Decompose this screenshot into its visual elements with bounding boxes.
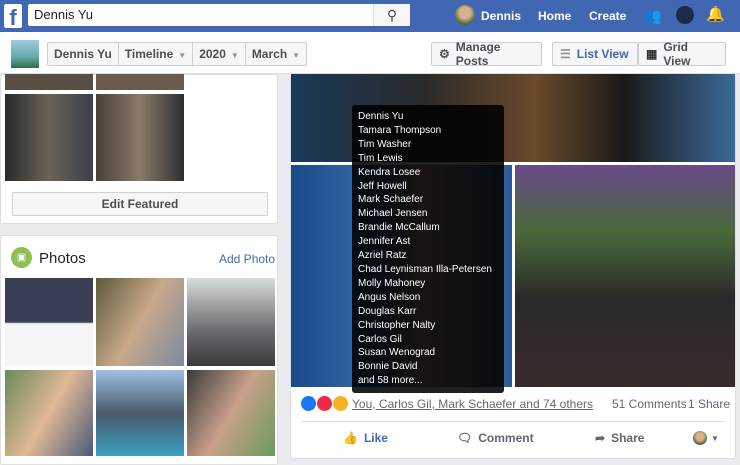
reactions-summary-link[interactable]: You, Carlos Gil, Mark Schaefer and 74 ot… — [352, 397, 593, 411]
share-arrow-icon: ➦ — [595, 431, 606, 445]
facebook-logo-icon[interactable]: f — [4, 4, 22, 30]
manage-settings-icon: ⚙ — [439, 47, 450, 61]
photo-thumbnail[interactable] — [187, 278, 275, 366]
messenger-icon[interactable] — [676, 6, 694, 24]
comment-button[interactable]: 🗨 Comment — [457, 431, 534, 445]
tooltip-name: Susan Wenograd — [358, 347, 436, 359]
reactions-tooltip: Dennis Yu Tamara Thompson Tim Washer Tim Le… — [352, 105, 504, 393]
list-icon: ☰ — [560, 47, 571, 61]
tooltip-name: Carlos Gil — [358, 333, 402, 345]
photo-thumbnail[interactable] — [96, 370, 184, 456]
photo-thumbnail[interactable] — [5, 278, 93, 366]
year-dropdown[interactable]: 2020 ▼ — [193, 43, 246, 65]
photo-thumbnail[interactable] — [5, 370, 93, 456]
profile-thumbnail[interactable] — [11, 40, 39, 68]
comments-count-link[interactable]: 51 Comments — [612, 397, 687, 411]
add-photo-link[interactable]: Add Photo — [219, 252, 275, 266]
tooltip-name: Tim Lewis — [358, 152, 403, 164]
tooltip-name: Bonnie David — [358, 361, 418, 373]
tooltip-name: Dennis Yu — [358, 111, 404, 122]
tooltip-name: Kendra Losee — [358, 166, 421, 178]
love-reaction-icon — [317, 396, 332, 411]
post-photo[interactable] — [515, 165, 735, 387]
friend-requests-icon[interactable]: 👥 — [643, 7, 662, 25]
nav-profile-link[interactable]: Dennis — [481, 9, 521, 23]
like-reaction-icon — [301, 396, 316, 411]
tooltip-name: Angus Nelson — [358, 291, 421, 303]
like-button[interactable]: 👍 Like — [343, 431, 388, 445]
post-as-selector[interactable]: ▼ — [693, 431, 719, 445]
featured-photo[interactable] — [5, 94, 93, 181]
caret-down-icon: ▼ — [292, 51, 301, 60]
photo-thumbnail[interactable] — [187, 370, 275, 456]
tooltip-name: Azriel Ratz — [358, 250, 407, 262]
avatar — [693, 431, 707, 445]
search-icon[interactable]: ⚲ — [373, 4, 410, 26]
grid-icon: ▦ — [646, 47, 658, 61]
wow-reaction-icon — [333, 396, 348, 411]
featured-photo[interactable] — [96, 74, 184, 90]
tooltip-name: Douglas Karr — [358, 305, 417, 317]
grid-view-button[interactable]: ▦ Grid View — [638, 40, 726, 68]
tooltip-name: and 58 more... — [358, 375, 423, 387]
notifications-bell-icon[interactable]: 🔔 — [706, 5, 725, 23]
featured-photo[interactable] — [96, 94, 184, 181]
manage-posts-button[interactable]: ⚙ Manage Posts — [431, 40, 542, 68]
caret-down-icon: ▼ — [178, 51, 187, 60]
nav-home-link[interactable]: Home — [538, 9, 571, 23]
search-input[interactable]: Dennis Yu — [28, 4, 410, 26]
tooltip-name: Molly Mahoney — [358, 277, 426, 289]
user-avatar[interactable] — [455, 5, 475, 25]
list-view-button[interactable]: ☰ List View — [552, 42, 638, 66]
tooltip-name: Mark Schaefer — [358, 194, 424, 206]
tooltip-name: Jeff Howell — [358, 180, 407, 192]
photo-thumbnail[interactable] — [96, 278, 184, 366]
divider — [301, 421, 725, 422]
caret-down-icon: ▼ — [230, 51, 239, 60]
tooltip-name: Jennifer Ast — [358, 236, 411, 248]
timeline-filter-bar: Dennis Yu Timeline ▼ 2020 ▼ March ▼ — [47, 42, 308, 66]
timeline-dropdown[interactable]: Timeline ▼ — [119, 43, 194, 65]
profile-name-button[interactable]: Dennis Yu — [48, 43, 119, 65]
tooltip-name: Christopher Nalty — [358, 319, 436, 331]
photos-title: Photos — [39, 250, 86, 267]
reaction-icons[interactable] — [301, 396, 348, 411]
tooltip-name: Tamara Thompson — [358, 124, 442, 136]
tooltip-name: Chad Leynisman Illa-Petersen — [358, 263, 492, 275]
month-dropdown[interactable]: March ▼ — [246, 43, 306, 65]
comment-bubble-icon: 🗨 — [457, 431, 473, 445]
tooltip-name: Michael Jensen — [358, 208, 428, 220]
nav-create-link[interactable]: Create — [589, 9, 626, 23]
tooltip-name: Brandie McCallum — [358, 222, 440, 234]
edit-featured-button[interactable]: Edit Featured — [12, 192, 268, 216]
featured-photo[interactable] — [5, 74, 93, 90]
shares-count-link[interactable]: 1 Share — [688, 397, 730, 411]
thumbs-up-icon: 👍 — [343, 431, 358, 445]
share-button[interactable]: ➦ Share — [595, 431, 644, 445]
tooltip-name: Tim Washer — [358, 138, 412, 150]
photos-icon: ▣ — [11, 247, 32, 268]
caret-down-icon: ▼ — [711, 433, 719, 443]
